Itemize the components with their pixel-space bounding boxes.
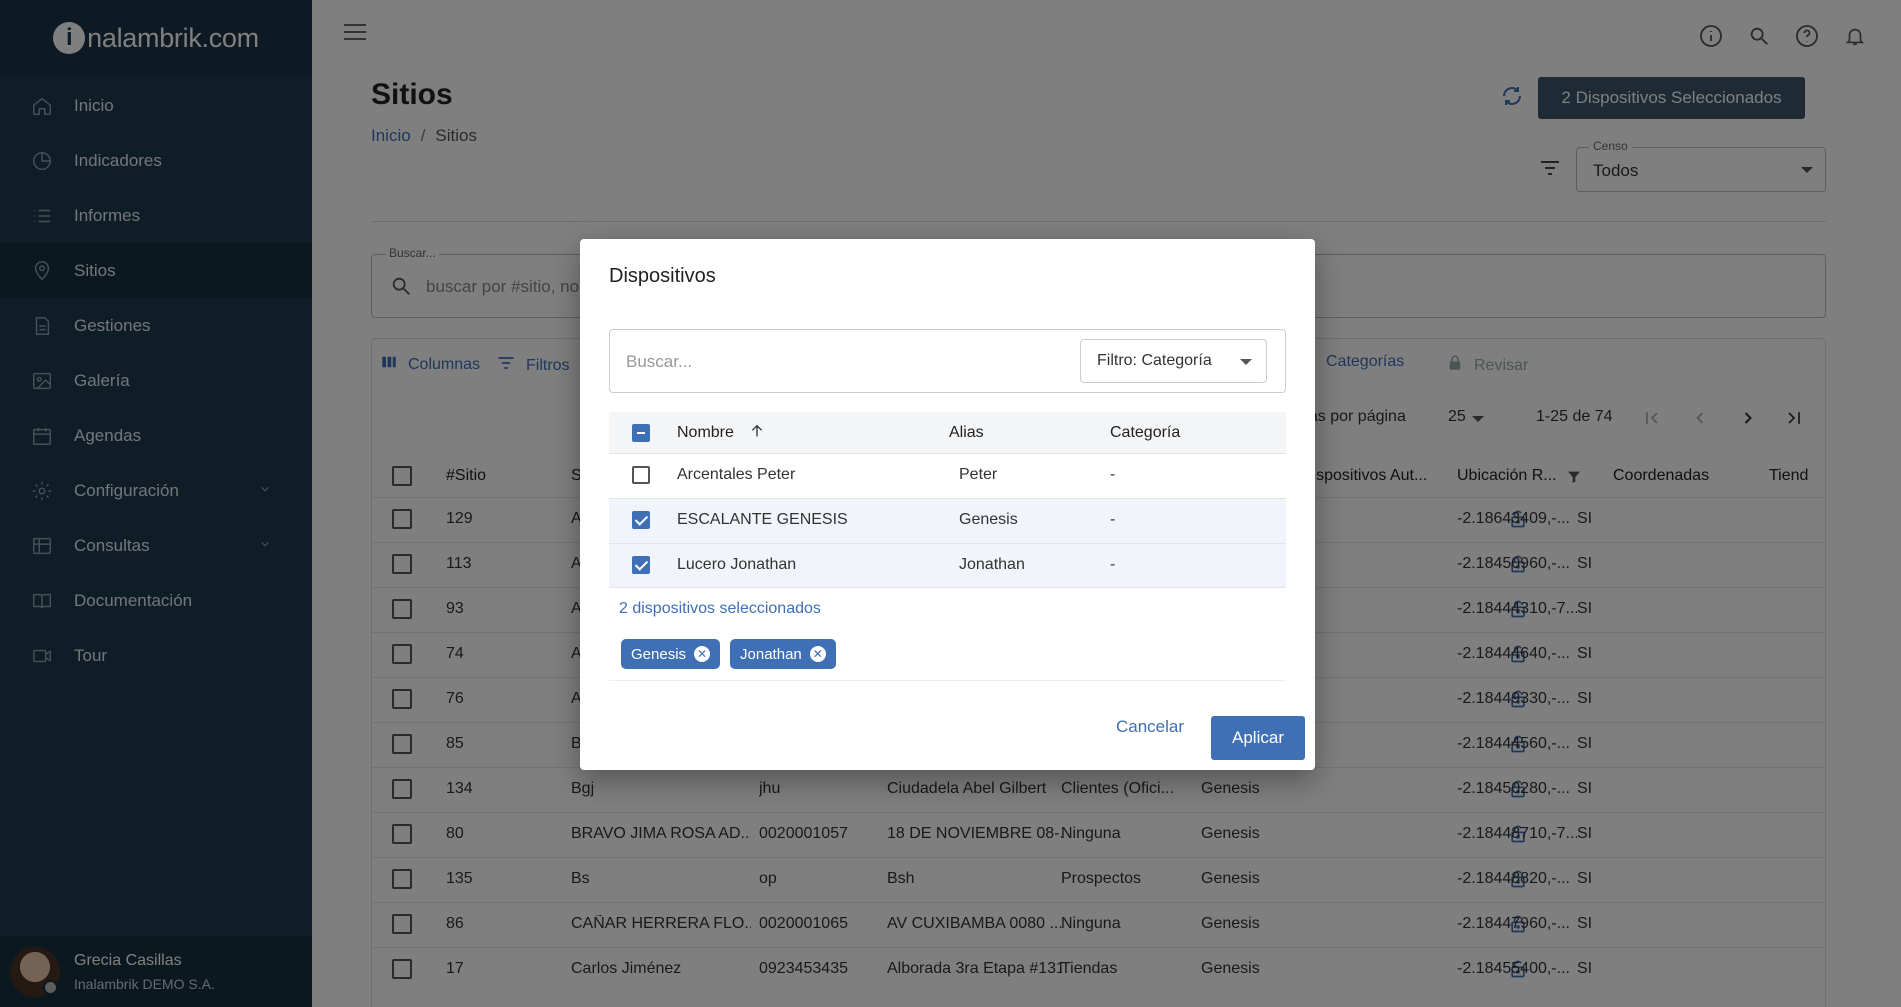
device-alias: Jonathan — [959, 556, 1025, 573]
chip-label: Jonathan — [740, 645, 802, 663]
device-category: - — [1110, 556, 1116, 573]
sort-ascending-icon[interactable] — [749, 423, 765, 444]
selected-count[interactable]: 2 dispositivos seleccionados — [619, 600, 821, 618]
category-filter-value: Filtro: Categoría — [1097, 352, 1212, 369]
select-all-devices-checkbox[interactable] — [632, 424, 650, 442]
device-row[interactable]: ESCALANTE GENESIS Genesis - — [609, 498, 1286, 543]
header-alias[interactable]: Alias — [949, 424, 984, 442]
header-name[interactable]: Nombre — [677, 424, 734, 442]
divider — [609, 680, 1286, 681]
dropdown-arrow-icon — [1240, 359, 1252, 365]
selected-chips: Genesis ✕ Jonathan ✕ — [621, 639, 836, 669]
remove-chip-icon[interactable]: ✕ — [809, 646, 826, 662]
device-category: - — [1110, 466, 1116, 483]
dialog-title: Dispositivos — [609, 265, 716, 287]
chip-jonathan[interactable]: Jonathan ✕ — [730, 639, 836, 669]
device-checkbox[interactable] — [632, 466, 650, 484]
device-alias: Genesis — [959, 511, 1018, 528]
device-name: Arcentales Peter — [677, 466, 796, 483]
device-row[interactable]: Arcentales Peter Peter - — [609, 453, 1286, 498]
chip-genesis[interactable]: Genesis ✕ — [621, 639, 721, 669]
device-category: - — [1110, 511, 1116, 528]
header-category[interactable]: Categoría — [1110, 424, 1180, 442]
device-checkbox[interactable] — [632, 556, 650, 574]
apply-button[interactable]: Aplicar — [1211, 716, 1305, 760]
devices-table: Nombre Alias Categoría Arcentales Peter … — [609, 412, 1286, 588]
remove-chip-icon[interactable]: ✕ — [694, 646, 711, 662]
dialog-search-placeholder: Buscar... — [626, 352, 693, 371]
cancel-button[interactable]: Cancelar — [1116, 717, 1184, 737]
device-row[interactable]: Lucero Jonathan Jonathan - — [609, 543, 1286, 588]
chip-label: Genesis — [631, 645, 687, 663]
category-filter-select[interactable]: Filtro: Categoría — [1080, 339, 1267, 383]
device-checkbox[interactable] — [632, 511, 650, 529]
devices-table-header: Nombre Alias Categoría — [609, 412, 1286, 453]
dialog-search-input[interactable]: Buscar... Filtro: Categoría — [609, 329, 1286, 393]
device-name: Lucero Jonathan — [677, 556, 797, 573]
device-name: ESCALANTE GENESIS — [677, 511, 848, 528]
devices-dialog: Dispositivos Buscar... Filtro: Categoría… — [580, 239, 1315, 770]
device-alias: Peter — [959, 466, 998, 483]
